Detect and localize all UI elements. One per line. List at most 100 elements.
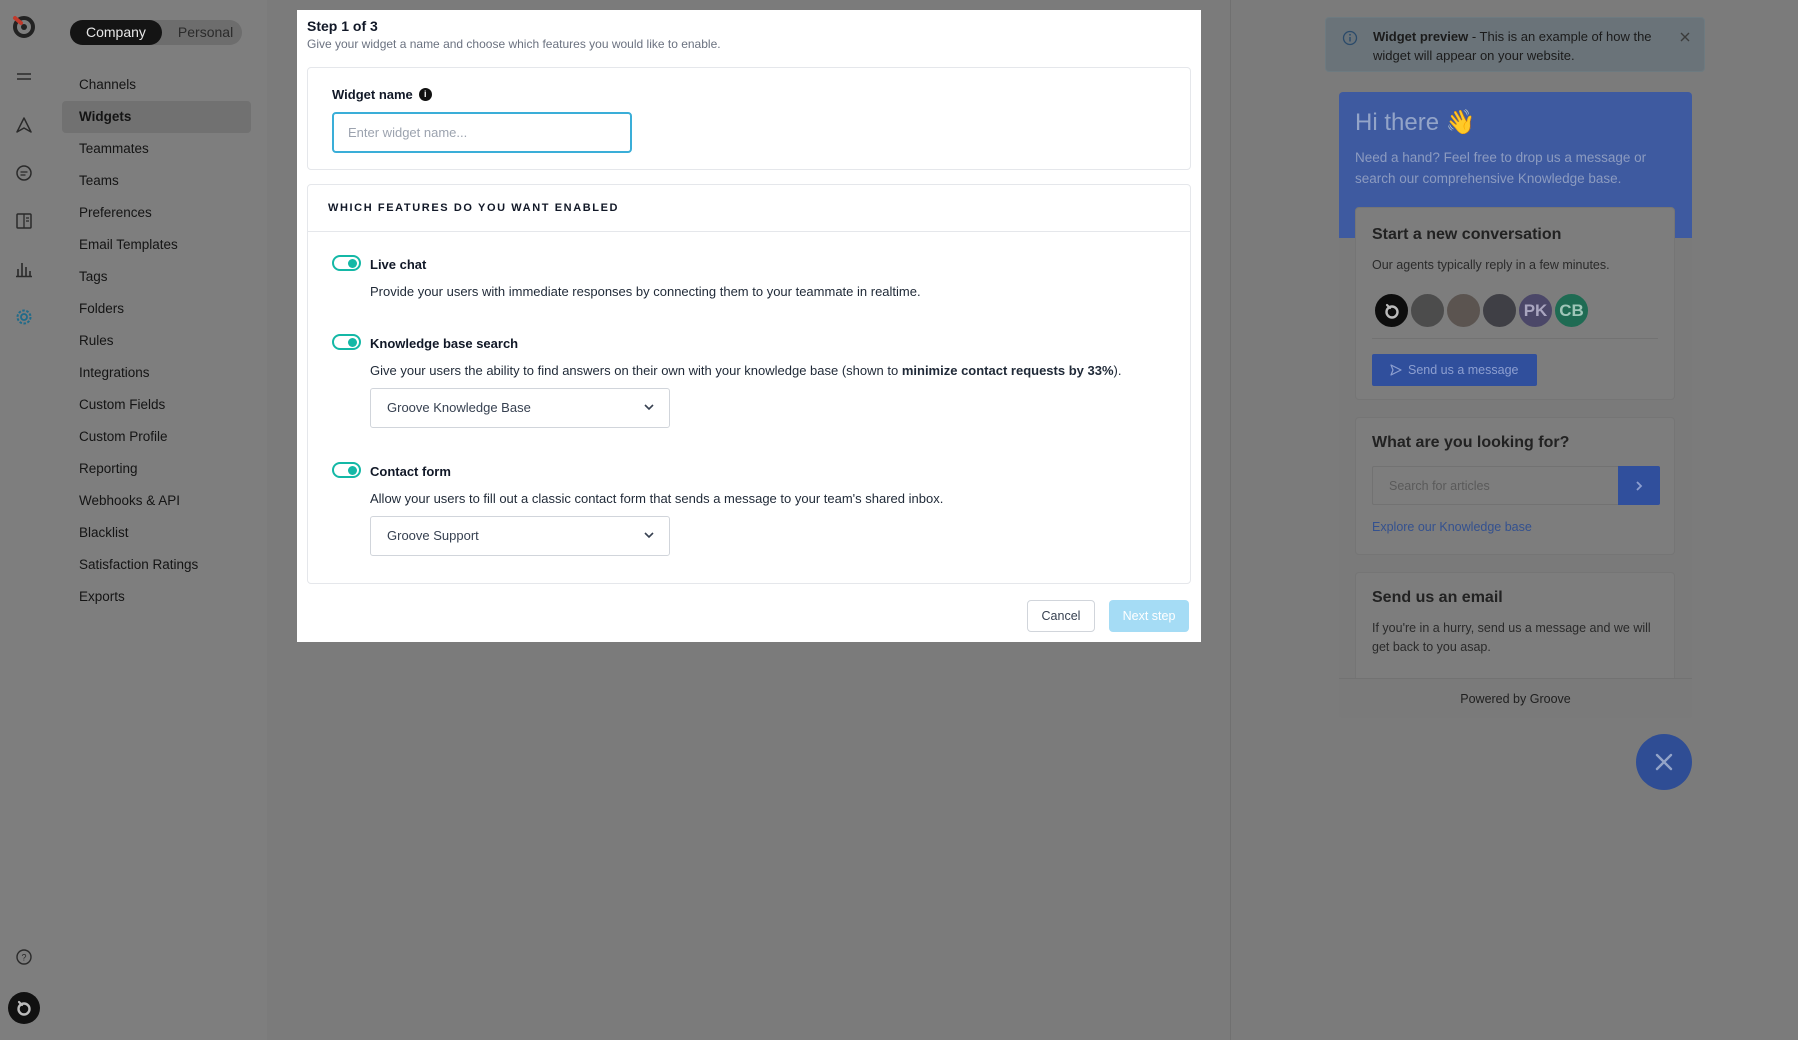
- widget-name-card: Widget name i: [307, 67, 1191, 170]
- avatar: [1373, 292, 1410, 329]
- chevron-right-icon: [1636, 480, 1643, 491]
- next-step-button[interactable]: Next step: [1109, 600, 1189, 632]
- help-icon[interactable]: ?: [13, 946, 35, 968]
- banner-text: Widget preview - This is an example of h…: [1373, 27, 1673, 65]
- search-card: What are you looking for? Search for art…: [1355, 417, 1675, 555]
- select-value: Groove Knowledge Base: [387, 400, 531, 415]
- toggle-knob: [348, 338, 357, 347]
- sidebar-item-widgets[interactable]: Widgets: [62, 101, 251, 133]
- sidebar-item-email-templates[interactable]: Email Templates: [62, 229, 251, 261]
- cancel-button[interactable]: Cancel: [1027, 600, 1095, 632]
- toggle-knob: [348, 259, 357, 268]
- svg-text:?: ?: [21, 953, 26, 963]
- sidebar-item-channels[interactable]: Channels: [62, 69, 251, 101]
- send-message-button[interactable]: Send us a message: [1372, 354, 1537, 386]
- avatar: CB: [1553, 292, 1590, 329]
- sidebar-item-reporting[interactable]: Reporting: [62, 453, 251, 485]
- send-message-label: Send us a message: [1408, 363, 1519, 377]
- send-icon: [1390, 364, 1402, 376]
- settings-sidebar: Company Personal Channels Widgets Teamma…: [48, 0, 267, 1040]
- email-card: Send us an email If you're in a hurry, s…: [1355, 572, 1675, 692]
- widget-name-label: Widget name i: [332, 87, 432, 102]
- conversation-subtitle: Our agents typically reply in a few minu…: [1372, 258, 1610, 272]
- divider: [1372, 338, 1658, 339]
- email-subtitle: If you're in a hurry, send us a message …: [1372, 621, 1651, 654]
- mailbox-select[interactable]: Groove Support: [370, 516, 670, 556]
- info-icon[interactable]: i: [418, 88, 432, 101]
- feature-title: Live chat: [370, 257, 427, 272]
- sidebar-item-teammates[interactable]: Teammates: [62, 133, 251, 165]
- feature-knowledge-base-search: Knowledge base search Give your users th…: [332, 334, 1172, 434]
- sidebar-item-rules[interactable]: Rules: [62, 325, 251, 357]
- widget-preview-banner: Widget preview - This is an example of h…: [1325, 17, 1705, 72]
- send-icon[interactable]: [13, 114, 35, 136]
- feature-title: Knowledge base search: [370, 336, 519, 351]
- sidebar-item-exports[interactable]: Exports: [62, 581, 251, 613]
- menu-icon[interactable]: [13, 66, 35, 88]
- email-title: Send us an email: [1372, 589, 1503, 606]
- sidebar-item-custom-fields[interactable]: Custom Fields: [62, 389, 251, 421]
- search-placeholder: Search for articles: [1389, 479, 1490, 493]
- tab-personal[interactable]: Personal: [162, 20, 249, 45]
- groove-logo-icon[interactable]: [10, 12, 38, 40]
- conversation-title: Start a new conversation: [1372, 226, 1562, 243]
- info-circle-icon: [1342, 30, 1358, 46]
- feature-description: Give your users the ability to find answ…: [370, 363, 1121, 378]
- widget-preview: Hi there 👋 Need a hand? Feel free to dro…: [1339, 92, 1692, 718]
- step-subtitle: Give your widget a name and choose which…: [307, 37, 721, 51]
- feature-description-start: Give your users the ability to find answ…: [370, 363, 902, 378]
- widget-greeting: Hi there 👋: [1355, 109, 1476, 136]
- feature-title: Contact form: [370, 464, 451, 479]
- features-card: WHICH FEATURES DO YOU WANT ENABLED Live …: [307, 184, 1191, 584]
- avatar: PK: [1517, 292, 1554, 329]
- sidebar-item-satisfaction-ratings[interactable]: Satisfaction Ratings: [62, 549, 251, 581]
- avatar: [1445, 292, 1482, 329]
- close-icon[interactable]: [1678, 30, 1692, 44]
- contact-form-toggle[interactable]: [332, 462, 361, 478]
- book-icon[interactable]: [13, 210, 35, 232]
- feature-description-highlight: minimize contact requests by 33%: [901, 363, 1114, 378]
- avatar: [1409, 292, 1446, 329]
- sidebar-item-integrations[interactable]: Integrations: [62, 357, 251, 389]
- feature-contact-form: Contact form Allow your users to fill ou…: [332, 462, 1172, 562]
- knowledge-base-toggle[interactable]: [332, 334, 361, 350]
- explore-kb-link[interactable]: Explore our Knowledge base: [1372, 520, 1532, 534]
- sidebar-item-tags[interactable]: Tags: [62, 261, 251, 293]
- tab-company[interactable]: Company: [70, 20, 162, 45]
- features-heading: WHICH FEATURES DO YOU WANT ENABLED: [308, 185, 1190, 232]
- sidebar-item-teams[interactable]: Teams: [62, 165, 251, 197]
- company-personal-switch: Company Personal: [70, 20, 242, 45]
- chat-icon[interactable]: [13, 162, 35, 184]
- feature-description: Allow your users to fill out a classic c…: [370, 491, 944, 506]
- chart-icon[interactable]: [13, 258, 35, 280]
- settings-nav: Channels Widgets Teammates Teams Prefere…: [62, 69, 251, 613]
- select-value: Groove Support: [387, 528, 479, 543]
- widget-intro: Need a hand? Feel free to drop us a mess…: [1355, 150, 1647, 186]
- chevron-down-icon: [644, 404, 654, 411]
- sidebar-item-webhooks-api[interactable]: Webhooks & API: [62, 485, 251, 517]
- gear-icon[interactable]: [13, 306, 35, 328]
- sidebar-item-preferences[interactable]: Preferences: [62, 197, 251, 229]
- article-search-input[interactable]: Search for articles: [1372, 466, 1660, 505]
- sidebar-item-blacklist[interactable]: Blacklist: [62, 517, 251, 549]
- live-chat-toggle[interactable]: [332, 255, 361, 271]
- sidebar-item-folders[interactable]: Folders: [62, 293, 251, 325]
- feature-live-chat: Live chat Provide your users with immedi…: [332, 255, 1172, 315]
- step-indicator: Step 1 of 3: [307, 18, 378, 34]
- widget-close-button[interactable]: [1636, 734, 1692, 790]
- chevron-down-icon: [644, 532, 654, 539]
- banner-title: Widget preview: [1373, 29, 1469, 44]
- knowledge-base-select[interactable]: Groove Knowledge Base: [370, 388, 670, 428]
- conversation-card: Start a new conversation Our agents typi…: [1355, 207, 1675, 400]
- user-avatar-icon[interactable]: [8, 992, 40, 1024]
- agent-avatars: PK CB: [1373, 292, 1590, 329]
- widget-name-input[interactable]: [332, 112, 632, 153]
- sidebar-item-custom-profile[interactable]: Custom Profile: [62, 421, 251, 453]
- feature-description: Provide your users with immediate respon…: [370, 284, 921, 299]
- avatar: [1481, 292, 1518, 329]
- search-submit-button[interactable]: [1618, 466, 1660, 505]
- widget-name-label-text: Widget name: [332, 87, 413, 102]
- toggle-knob: [348, 466, 357, 475]
- search-title: What are you looking for?: [1372, 434, 1570, 451]
- feature-description-end: ).: [1113, 363, 1122, 378]
